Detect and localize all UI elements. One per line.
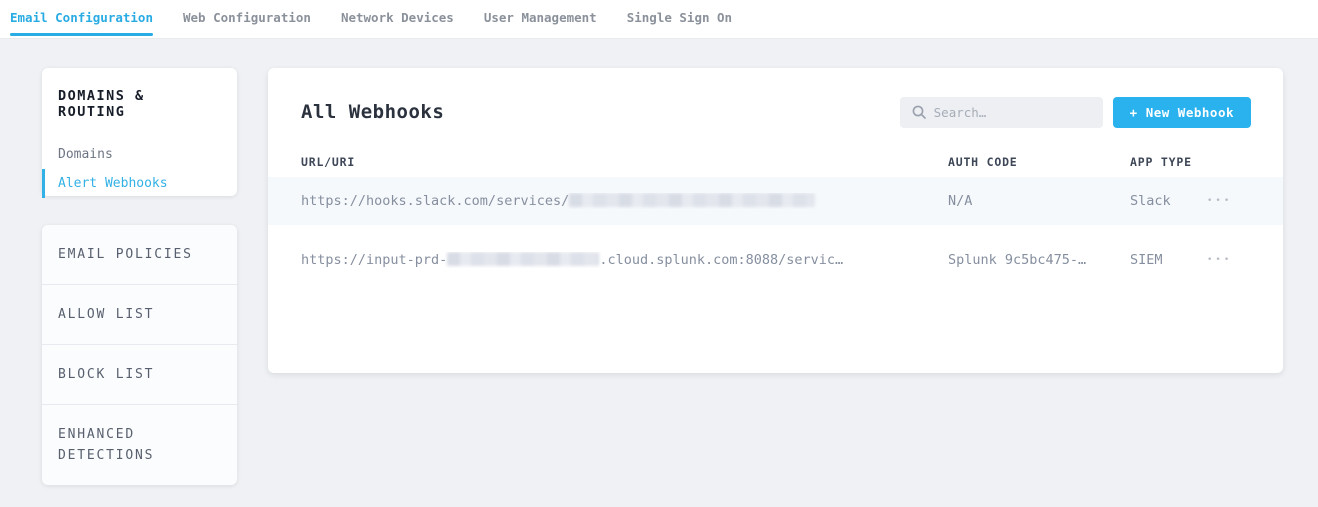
sidebar-item-email-policies[interactable]: EMAIL POLICIES xyxy=(42,225,237,285)
page-title: All Webhooks xyxy=(301,101,444,123)
sidebar-item-alert-webhooks[interactable]: Alert Webhooks xyxy=(58,169,221,198)
tab-single-sign-on[interactable]: Single Sign On xyxy=(627,0,732,38)
sidebar-item-allow-list[interactable]: ALLOW LIST xyxy=(42,285,237,345)
cell-auth-code: N/A xyxy=(948,193,1130,209)
top-navigation: Email Configuration Web Configuration Ne… xyxy=(0,0,1318,39)
sidebar-item-block-list[interactable]: BLOCK LIST xyxy=(42,345,237,405)
column-header-url: URL/URI xyxy=(301,155,948,169)
tab-user-management[interactable]: User Management xyxy=(484,0,597,38)
column-header-auth-code: AUTH CODE xyxy=(948,155,1130,169)
column-header-app-type: APP TYPE xyxy=(1130,155,1207,169)
cell-url: https://hooks.slack.com/services/ xyxy=(301,193,948,209)
sidebar-domains-routing-card: DOMAINS & ROUTING Domains Alert Webhooks xyxy=(42,68,237,196)
sidebar-section-title: DOMAINS & ROUTING xyxy=(58,88,221,120)
table-row[interactable]: https://hooks.slack.com/services/ N/A Sl… xyxy=(268,177,1283,225)
url-prefix: https://input-prd- xyxy=(301,252,447,268)
table-row[interactable]: https://input-prd- .cloud.splunk.com:8088… xyxy=(268,236,1283,284)
url-prefix: https://hooks.slack.com/services/ xyxy=(301,193,569,209)
row-actions-menu-icon[interactable]: ••• xyxy=(1207,255,1283,265)
sidebar-sections-card: EMAIL POLICIES ALLOW LIST BLOCK LIST ENH… xyxy=(42,225,237,485)
table-header-row: URL/URI AUTH CODE APP TYPE xyxy=(268,147,1283,177)
tab-web-configuration[interactable]: Web Configuration xyxy=(183,0,311,38)
search-icon xyxy=(912,105,926,119)
new-webhook-button[interactable]: + New Webhook xyxy=(1113,97,1251,128)
cell-auth-code: Splunk 9c5bc475-… xyxy=(948,252,1130,268)
cell-app-type: SIEM xyxy=(1130,252,1207,268)
tab-network-devices[interactable]: Network Devices xyxy=(341,0,454,38)
webhooks-table: URL/URI AUTH CODE APP TYPE https://hooks… xyxy=(268,147,1283,284)
panel-header: All Webhooks + New Webhook xyxy=(268,95,1283,129)
header-controls: + New Webhook xyxy=(900,97,1251,128)
row-actions-menu-icon[interactable]: ••• xyxy=(1207,196,1283,206)
sidebar-item-domains[interactable]: Domains xyxy=(58,140,221,169)
url-suffix: .cloud.splunk.com:8088/servic… xyxy=(599,252,843,268)
sidebar-item-enhanced-detections[interactable]: ENHANCED DETECTIONS xyxy=(42,405,237,485)
redacted-url-segment xyxy=(447,252,599,266)
redacted-url-segment xyxy=(569,193,815,207)
search-input[interactable] xyxy=(934,105,1091,120)
search-box xyxy=(900,97,1103,128)
webhooks-panel: All Webhooks + New Webhook URL/URI AUTH … xyxy=(268,68,1283,373)
tab-email-configuration[interactable]: Email Configuration xyxy=(10,0,153,38)
cell-url: https://input-prd- .cloud.splunk.com:8088… xyxy=(301,252,948,268)
screen: Email Configuration Web Configuration Ne… xyxy=(0,0,1318,507)
cell-app-type: Slack xyxy=(1130,193,1207,209)
